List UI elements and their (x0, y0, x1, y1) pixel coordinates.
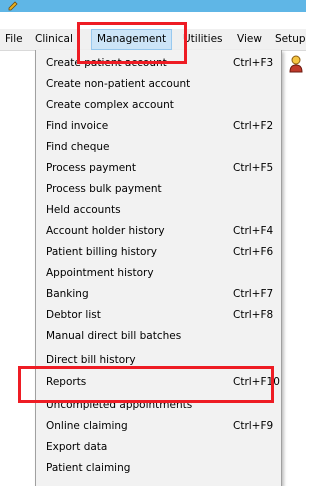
menu-item-patient-claiming[interactable]: Patient claiming (36, 458, 281, 478)
menu-item-shortcut: Ctrl+F3 (233, 57, 274, 69)
menu-item-shortcut: Ctrl+F8 (233, 309, 274, 321)
menu-item-process-payment[interactable]: Process payment Ctrl+F5 (36, 158, 281, 178)
menu-item-label: Debtor list (46, 309, 101, 321)
menu-item-label: Create non-patient account (46, 78, 191, 90)
menu-item-create-complex-account[interactable]: Create complex account (36, 95, 281, 115)
menu-file[interactable]: File (0, 29, 28, 50)
management-highlight-box (77, 22, 187, 64)
menu-item-shortcut: Ctrl+F4 (233, 225, 274, 237)
menu-item-label: Process bulk payment (46, 183, 162, 195)
menu-item-banking[interactable]: Banking Ctrl+F7 (36, 284, 281, 304)
menu-item-shortcut: Ctrl+F7 (233, 288, 274, 300)
menu-item-find-cheque[interactable]: Find cheque (36, 137, 281, 157)
menu-item-shortcut: Ctrl+F2 (233, 120, 274, 132)
menu-item-label: Held accounts (46, 204, 121, 216)
menu-item-shortcut: Ctrl+F9 (233, 420, 274, 432)
menu-item-account-holder-history[interactable]: Account holder history Ctrl+F4 (36, 221, 281, 241)
menu-item-held-accounts[interactable]: Held accounts (36, 200, 281, 220)
menu-item-label: Create complex account (46, 99, 174, 111)
menu-item-online-claiming[interactable]: Online claiming Ctrl+F9 (36, 416, 281, 436)
menu-item-label: Find cheque (46, 141, 110, 153)
menu-item-label: Patient claiming (46, 462, 131, 474)
reports-highlight-box (18, 366, 274, 403)
menu-item-debtor-list[interactable]: Debtor list Ctrl+F8 (36, 305, 281, 325)
menu-item-label: Find invoice (46, 120, 109, 132)
menu-item-manual-direct-bill-batches[interactable]: Manual direct bill batches (36, 326, 281, 346)
menu-item-shortcut: Ctrl+F5 (233, 162, 274, 174)
menu-item-patient-billing-history[interactable]: Patient billing history Ctrl+F6 (36, 242, 281, 262)
menu-item-label: Appointment history (46, 267, 154, 279)
menu-item-export-data[interactable]: Export data (36, 437, 281, 457)
menu-item-label: Manual direct bill batches (46, 330, 182, 342)
menu-clinical[interactable]: Clinical (30, 29, 78, 50)
person-icon[interactable] (289, 55, 303, 73)
menu-setup[interactable]: Setup (270, 29, 311, 50)
menu-item-find-invoice[interactable]: Find invoice Ctrl+F2 (36, 116, 281, 136)
menu-view[interactable]: View (232, 29, 267, 50)
management-dropdown-menu: Create patient account Ctrl+F3 Create no… (35, 50, 282, 486)
menu-item-label: Export data (46, 441, 108, 453)
menu-item-create-non-patient-account[interactable]: Create non-patient account (36, 74, 281, 94)
window-titlebar (0, 0, 306, 12)
menu-item-label: Online claiming (46, 420, 128, 432)
menu-item-label: Account holder history (46, 225, 165, 237)
pencil-icon (8, 1, 18, 11)
menu-item-process-bulk-payment[interactable]: Process bulk payment (36, 179, 281, 199)
menu-item-label: Process payment (46, 162, 136, 174)
menu-item-appointment-history[interactable]: Appointment history (36, 263, 281, 283)
menu-item-label: Banking (46, 288, 89, 300)
menu-item-label: Patient billing history (46, 246, 158, 258)
menu-item-shortcut: Ctrl+F6 (233, 246, 274, 258)
